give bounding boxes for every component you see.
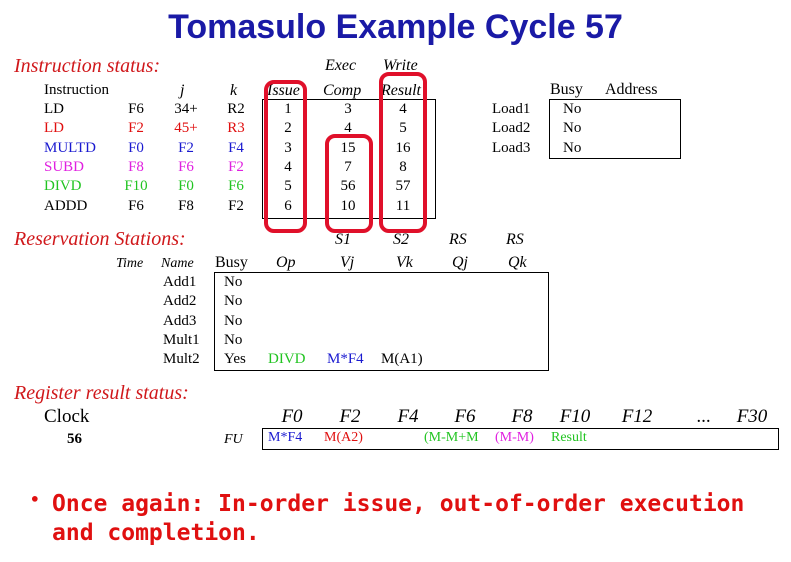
qk-header: Qk <box>508 254 527 271</box>
clock-value: 56 <box>67 431 82 447</box>
instr-k: F6 <box>228 178 244 195</box>
register-value: M*F4 <box>268 430 303 445</box>
result-highlight <box>379 72 427 233</box>
reservation-stations-label: Reservation Stations: <box>14 228 186 250</box>
load-buffer-name: Load1 <box>492 101 531 117</box>
instruction-status-label: Instruction status: <box>14 55 161 77</box>
instr-op: LD <box>44 101 64 117</box>
instr-op: MULTD <box>44 139 96 156</box>
load-buffer-busy: No <box>563 120 582 137</box>
instr-dest: F6 <box>128 197 144 214</box>
instr-k: F2 <box>228 158 244 175</box>
rs-busy-header: Busy <box>215 254 248 271</box>
register-header: F0 <box>281 406 303 427</box>
instr-op: ADDD <box>44 197 88 214</box>
vj-header: Vj <box>340 254 355 271</box>
bullet-marker: • <box>30 490 40 509</box>
rs-busy: Yes <box>224 351 246 368</box>
instr-j: F0 <box>178 178 194 195</box>
instruction-header: Instruction <box>44 82 109 98</box>
load-buffer-name: Load2 <box>492 120 531 137</box>
rs-name: Mult1 <box>163 331 200 348</box>
register-header: F12 <box>621 406 653 427</box>
clock-label: Clock <box>44 406 90 427</box>
register-header: F30 <box>736 406 768 427</box>
rs-busy: No <box>224 293 243 310</box>
load-buffer-busy: No <box>563 101 582 117</box>
instr-op: DIVD <box>44 178 82 195</box>
k-header: k <box>230 82 238 99</box>
load-buffer-name: Load3 <box>492 139 531 156</box>
issue-highlight <box>264 80 307 233</box>
register-header: F8 <box>511 406 533 427</box>
register-value: Result <box>551 430 587 445</box>
qj-header: Qj <box>452 254 468 271</box>
instr-j: F2 <box>178 139 194 156</box>
rs-name: Mult2 <box>163 351 200 368</box>
rs-name: Add2 <box>163 293 197 310</box>
op-header: Op <box>276 254 296 271</box>
register-header: ... <box>696 406 712 427</box>
register-status-label: Register result status: <box>14 382 189 404</box>
instr-k: F4 <box>228 139 244 156</box>
rs-header-2: RS <box>506 231 524 248</box>
register-header: F6 <box>454 406 476 427</box>
rs-name: Add1 <box>163 274 197 290</box>
instr-op: LD <box>44 120 64 137</box>
vk-header: Vk <box>396 254 413 271</box>
rs-busy: No <box>224 312 243 329</box>
register-header: F4 <box>397 406 419 427</box>
instr-comp: 3 <box>344 101 352 117</box>
register-header: F2 <box>339 406 361 427</box>
time-header: Time <box>116 256 144 271</box>
register-value: M(A2) <box>324 430 363 445</box>
bullet-line-2: and completion. <box>52 520 260 546</box>
instr-dest: F0 <box>128 139 144 156</box>
instr-dest: F6 <box>128 101 144 117</box>
instr-k: F2 <box>228 197 244 214</box>
instr-j: 45+ <box>174 120 198 137</box>
instr-dest: F10 <box>124 178 148 195</box>
rs-header-1: RS <box>449 231 467 248</box>
rs-vj: M*F4 <box>327 351 364 368</box>
busy-header: Busy <box>550 81 583 98</box>
rs-name: Add3 <box>163 312 197 329</box>
rs-busy: No <box>224 274 243 290</box>
comp-header: Comp <box>323 82 362 99</box>
instr-op: SUBD <box>44 158 85 175</box>
exec-header: Exec <box>325 57 357 74</box>
fu-label: FU <box>224 432 243 447</box>
instr-dest: F2 <box>128 120 144 137</box>
rs-op: DIVD <box>268 351 306 368</box>
slide-title: Tomasulo Example Cycle 57 <box>168 8 623 46</box>
instr-dest: F8 <box>128 158 144 175</box>
j-header: j <box>180 82 185 99</box>
instr-k: R2 <box>227 101 245 117</box>
rs-busy: No <box>224 331 243 348</box>
bullet-line-1: Once again: In-order issue, out-of-order… <box>52 491 745 517</box>
name-header: Name <box>161 256 194 271</box>
load-buffer-busy: No <box>563 139 582 156</box>
register-value: (M-M) <box>495 430 534 445</box>
comp-highlight <box>325 134 373 233</box>
s1-header: S1 <box>335 231 351 248</box>
instr-j: 34+ <box>174 101 198 117</box>
address-header: Address <box>605 81 658 98</box>
instr-j: F6 <box>178 158 194 175</box>
instr-j: F8 <box>178 197 194 214</box>
register-value: (M-M+M <box>424 430 479 445</box>
register-header: F10 <box>559 406 591 427</box>
rs-vk: M(A1) <box>381 351 423 368</box>
s2-header: S2 <box>393 231 409 248</box>
instr-k: R3 <box>227 120 245 137</box>
